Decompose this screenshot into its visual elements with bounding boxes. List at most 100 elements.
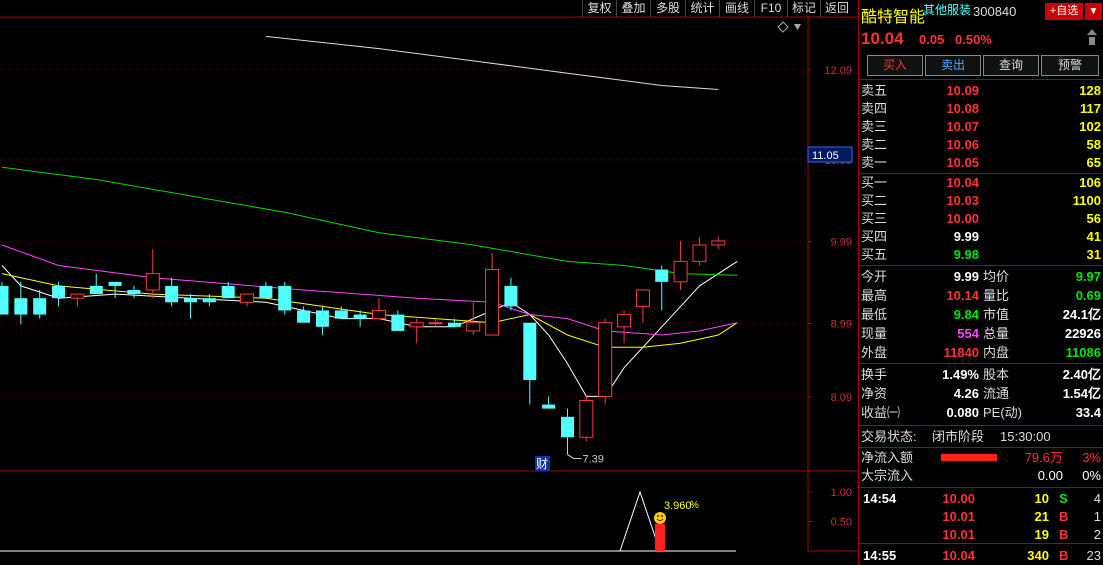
bids-row[interactable]: 买三 10.00 56 bbox=[859, 210, 1103, 228]
bids-label: 买三 bbox=[861, 211, 888, 226]
industry-label[interactable]: 其他服装 bbox=[923, 1, 971, 18]
tick-side: B bbox=[1059, 548, 1069, 563]
candle-body bbox=[561, 416, 574, 438]
bids-label: 买四 bbox=[861, 229, 888, 244]
candle[interactable] bbox=[542, 396, 556, 409]
asks-row[interactable]: 卖三 10.07 102 bbox=[859, 118, 1103, 136]
asks-volume: 58 bbox=[1086, 137, 1101, 152]
asks-volume: 128 bbox=[1079, 83, 1101, 98]
candle[interactable] bbox=[33, 290, 47, 319]
bids-row[interactable]: 买一 10.04 106 bbox=[859, 174, 1103, 192]
diamond-icon[interactable] bbox=[777, 21, 789, 33]
asks-row[interactable]: 卖一 10.05 65 bbox=[859, 154, 1103, 172]
asks-price: 10.07 bbox=[946, 119, 979, 134]
stats1-value-2: 11086 bbox=[1065, 345, 1101, 360]
candle[interactable] bbox=[70, 293, 85, 307]
candle-body bbox=[108, 281, 122, 286]
watchlist-dropdown-icon[interactable]: ▼ bbox=[1085, 3, 1102, 20]
toolbar-button-7[interactable]: 返回 bbox=[820, 0, 853, 17]
news-badge-label[interactable]: 财 bbox=[536, 457, 548, 471]
kline-chart[interactable]: 12.0910.999.998.998.0911.057.39财1.000.50… bbox=[0, 0, 858, 565]
candle[interactable] bbox=[523, 322, 537, 405]
candle[interactable] bbox=[127, 285, 141, 299]
bids-row[interactable]: 买五 9.98 31 bbox=[859, 246, 1103, 264]
candle[interactable] bbox=[240, 293, 255, 307]
trade-action-button-0[interactable]: 买入 bbox=[867, 55, 923, 76]
toolbar-button-5[interactable]: F10 bbox=[754, 0, 787, 17]
add-watchlist-button[interactable]: +自选 bbox=[1045, 3, 1083, 20]
kline-chart-area[interactable]: 12.0910.999.998.998.0911.057.39财1.000.50… bbox=[0, 0, 858, 565]
tick-row[interactable]: 14:54 10.00 10 S 4 bbox=[859, 490, 1103, 508]
price-axis-label: 8.99 bbox=[831, 319, 852, 331]
toolbar-button-2[interactable]: 多股 bbox=[650, 0, 685, 17]
candle[interactable] bbox=[372, 298, 386, 320]
toolbar-button-3[interactable]: 统计 bbox=[685, 0, 719, 17]
candle[interactable] bbox=[165, 277, 179, 307]
candle[interactable] bbox=[0, 281, 9, 315]
toolbar-button-6[interactable]: 标记 bbox=[787, 0, 820, 17]
bids-price: 9.98 bbox=[953, 247, 979, 262]
toolbar-button-4[interactable]: 画线 bbox=[719, 0, 754, 17]
candle[interactable] bbox=[711, 236, 726, 250]
candle-body bbox=[466, 322, 481, 332]
candle[interactable] bbox=[466, 302, 481, 335]
tick-row[interactable]: 10.01 19 B 2 bbox=[859, 526, 1103, 544]
candle[interactable] bbox=[635, 289, 650, 323]
candle[interactable] bbox=[391, 310, 405, 331]
candle[interactable] bbox=[579, 396, 594, 442]
dropdown-triangle-icon[interactable] bbox=[794, 24, 801, 30]
candle[interactable] bbox=[89, 273, 103, 295]
tick-volume: 19 bbox=[1034, 527, 1049, 542]
candle[interactable] bbox=[598, 318, 613, 405]
candle[interactable] bbox=[315, 306, 329, 335]
toolbar-button-1[interactable]: 叠加 bbox=[616, 0, 650, 17]
candle-body bbox=[89, 285, 103, 295]
bids-row[interactable]: 买四 9.99 41 bbox=[859, 228, 1103, 246]
price-axis-label: 12.09 bbox=[824, 65, 852, 77]
trade-action-button-1[interactable]: 卖出 bbox=[925, 55, 981, 76]
scroll-arrows-icon[interactable] bbox=[1085, 28, 1099, 46]
low-price-label: 7.39 bbox=[583, 453, 604, 465]
candle[interactable] bbox=[428, 318, 443, 327]
price-change: 0.05 bbox=[919, 32, 945, 47]
candle[interactable] bbox=[409, 318, 424, 344]
candle[interactable] bbox=[278, 281, 292, 315]
stats2-value-2: 2.40亿 bbox=[1062, 367, 1101, 382]
trade-action-button-2[interactable]: 查询 bbox=[983, 55, 1039, 76]
candle[interactable] bbox=[504, 277, 518, 311]
candle-body bbox=[202, 298, 216, 303]
bids-label: 买一 bbox=[861, 175, 888, 190]
tick-row[interactable]: 10.01 21 B 1 bbox=[859, 508, 1103, 526]
asks-row[interactable]: 卖二 10.06 58 bbox=[859, 136, 1103, 154]
candle-body bbox=[145, 273, 160, 291]
trade-action-button-3[interactable]: 预警 bbox=[1041, 55, 1099, 76]
indicator-line bbox=[619, 490, 661, 552]
stats1-value-2: 22926 bbox=[1064, 326, 1101, 341]
stats2-value: 4.26 bbox=[953, 386, 979, 401]
candle[interactable] bbox=[485, 253, 500, 336]
toolbar-button-0[interactable]: 复权 bbox=[582, 0, 616, 17]
candle-body bbox=[0, 285, 9, 315]
candle[interactable] bbox=[297, 306, 311, 323]
candle[interactable] bbox=[561, 408, 574, 455]
candle[interactable] bbox=[673, 240, 688, 290]
asks-row[interactable]: 卖五 10.09 128 bbox=[859, 82, 1103, 100]
candle[interactable] bbox=[14, 281, 28, 325]
stats1-label: 最低 bbox=[861, 307, 888, 322]
candle[interactable] bbox=[145, 249, 160, 299]
candle[interactable] bbox=[259, 281, 273, 299]
asks-row[interactable]: 卖四 10.08 117 bbox=[859, 100, 1103, 118]
block-inflow-row: 大宗流入 0.00 0% bbox=[859, 467, 1103, 485]
trade-status-time: 15:30:00 bbox=[1000, 429, 1051, 444]
moving-average-line-0 bbox=[1, 260, 738, 397]
tick-row[interactable]: 14:55 10.04 340 B 23 bbox=[859, 547, 1103, 565]
tick-side: S bbox=[1059, 491, 1068, 506]
candle[interactable] bbox=[655, 265, 669, 311]
bids-row[interactable]: 买二 10.03 1100 bbox=[859, 192, 1103, 210]
candle[interactable] bbox=[692, 236, 707, 266]
candle[interactable] bbox=[52, 281, 66, 307]
trade-status-value: 闭市阶段 bbox=[932, 429, 985, 444]
candle-body bbox=[33, 298, 47, 315]
candle[interactable] bbox=[617, 310, 632, 344]
tick-count: 4 bbox=[1093, 491, 1101, 506]
